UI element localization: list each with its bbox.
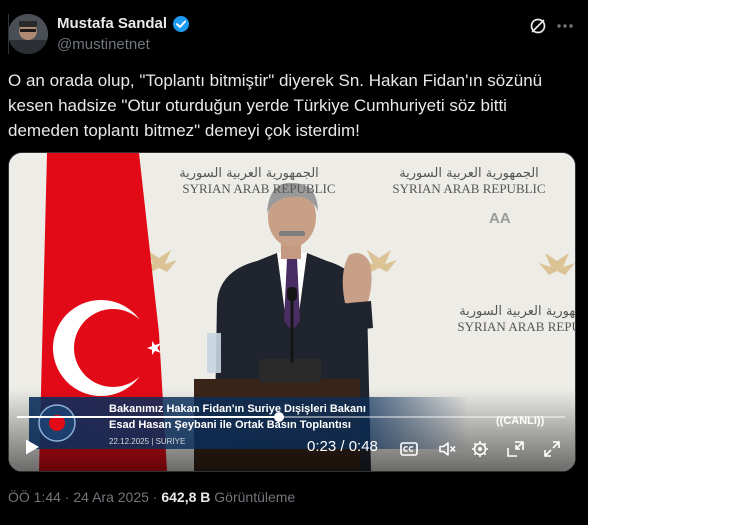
- backdrop-english-1: SYRIAN ARAB REPUBLIC: [182, 181, 335, 196]
- video-progress-bar[interactable]: [17, 412, 565, 422]
- backdrop-arabic-1: الجمهورية العربية السورية: [179, 166, 319, 181]
- pip-icon[interactable]: [506, 439, 526, 459]
- avatar[interactable]: [8, 14, 48, 54]
- backdrop-arabic-2: الجمهورية العربية السورية: [399, 166, 539, 181]
- meta-separator: ·: [152, 489, 158, 505]
- lower-third-meta: 22.12.2025 | SURİYE: [109, 437, 186, 446]
- lower-third-line2: Esad Hasan Şeybani ile Ortak Basın Topla…: [109, 419, 351, 431]
- tweet-text: O an orada olup, "Toplantı bitmiştir" di…: [8, 71, 543, 140]
- tweet-date[interactable]: 24 Ara 2025: [73, 489, 149, 505]
- video-progress-fill: [17, 416, 280, 418]
- verified-badge-icon: [172, 15, 190, 33]
- tweet-container: Mustafa Sandal @mustinetnet O an orada o…: [0, 0, 588, 525]
- tweet-time[interactable]: ÖÖ 1:44: [8, 489, 61, 505]
- video-time-readout: 0:23 / 0:48: [307, 438, 378, 455]
- lower-third-line1: Bakanımız Hakan Fidan'ın Suriye Dışişler…: [109, 403, 366, 415]
- play-icon[interactable]: [23, 438, 41, 456]
- settings-icon[interactable]: [470, 439, 490, 459]
- fullscreen-icon[interactable]: [542, 439, 562, 459]
- cc-icon[interactable]: [399, 439, 419, 459]
- grok-icon[interactable]: [528, 16, 548, 36]
- views-label: Görüntüleme: [214, 489, 296, 505]
- backdrop-arabic-3: الجمهورية العربية السورية: [459, 304, 575, 319]
- meta-separator: ·: [64, 489, 70, 505]
- backdrop-english-2: SYRIAN ARAB REPUBLIC: [392, 181, 545, 196]
- author-handle[interactable]: @mustinetnet: [57, 36, 150, 53]
- more-icon[interactable]: [555, 16, 575, 36]
- views-count: 642,8 B: [161, 489, 211, 505]
- backdrop-english-3: SYRIAN ARAB REPUBLIC: [457, 319, 575, 334]
- aa-logo: AA: [489, 210, 511, 227]
- tweet-meta: ÖÖ 1:44 · 24 Ara 2025 · 642,8 B Görüntül…: [8, 489, 295, 505]
- volume-muted-icon[interactable]: [437, 439, 457, 459]
- author-name[interactable]: Mustafa Sandal: [57, 15, 167, 32]
- video-player[interactable]: AA الجمهورية العربية السورية SYRIAN ARAB…: [8, 152, 576, 472]
- thread-line: [8, 14, 9, 54]
